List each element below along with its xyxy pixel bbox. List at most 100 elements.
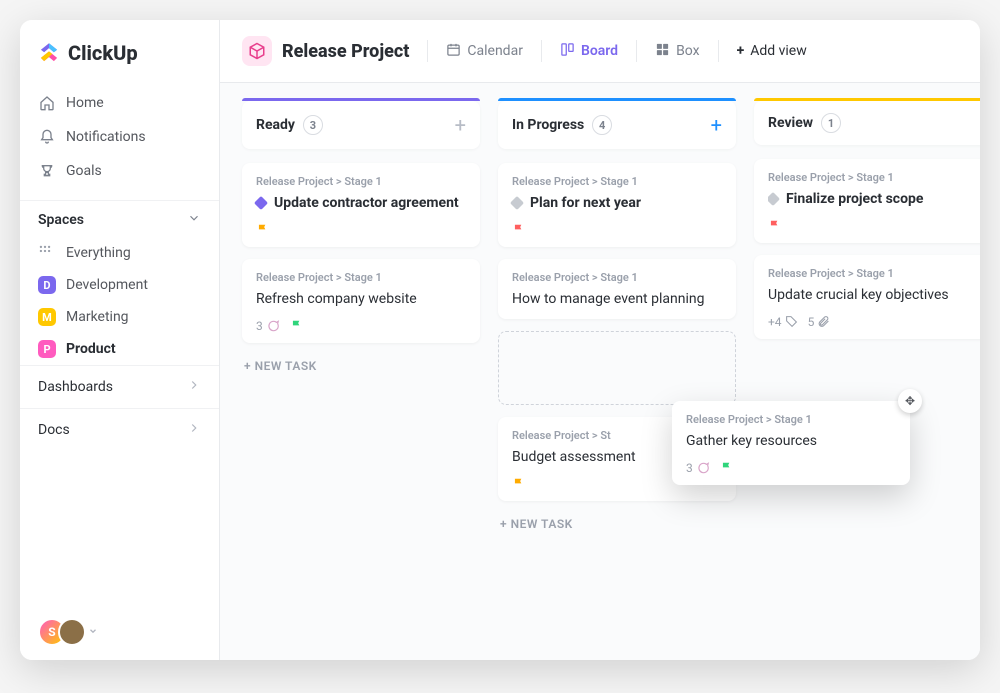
card-breadcrumb: Release Project > Stage 1 — [512, 271, 722, 284]
flag-icon — [768, 219, 782, 233]
space-marketing[interactable]: M Marketing — [20, 301, 219, 333]
flag-icon — [290, 319, 304, 333]
avatar — [58, 618, 86, 646]
new-task-button[interactable]: + NEW TASK — [498, 513, 736, 535]
view-calendar-label: Calendar — [467, 43, 523, 59]
sidebar: ClickUp Home Notifications Goals — [20, 20, 220, 660]
task-card[interactable]: Release Project > Stage 1 Plan for next … — [498, 163, 736, 247]
column-title: In Progress — [512, 117, 584, 133]
nav-home[interactable]: Home — [20, 86, 219, 120]
column-header[interactable]: In Progress 4 + — [498, 101, 736, 149]
priority-diamond-icon — [768, 192, 780, 206]
flag-icon — [512, 223, 526, 237]
tags-count: +4 — [768, 315, 798, 329]
view-calendar[interactable]: Calendar — [446, 42, 523, 61]
task-card[interactable]: Release Project > Stage 1 Update contrac… — [242, 163, 480, 247]
space-everything-label: Everything — [66, 245, 131, 261]
spaces-header-label: Spaces — [38, 212, 84, 228]
column-header[interactable]: Review 1 — [754, 101, 980, 145]
nav-goals-label: Goals — [66, 163, 102, 179]
nav-notifications[interactable]: Notifications — [20, 120, 219, 154]
add-card-button[interactable]: + — [711, 113, 722, 137]
space-badge: M — [38, 308, 56, 326]
card-breadcrumb: Release Project > Stage 1 — [686, 413, 896, 426]
card-title: Gather key resources — [686, 432, 817, 451]
comment-icon — [266, 319, 280, 333]
bell-icon — [38, 128, 56, 146]
cube-icon — [242, 36, 272, 66]
add-card-button[interactable]: + — [455, 113, 466, 137]
card-title: Plan for next year — [530, 194, 641, 213]
card-title: Finalize project scope — [786, 190, 923, 209]
card-breadcrumb: Release Project > Stage 1 — [768, 267, 978, 280]
column-count: 4 — [592, 115, 612, 135]
comments-count: 3 — [256, 319, 280, 333]
flag-icon — [720, 461, 734, 475]
view-box-label: Box — [676, 43, 700, 59]
card-title: Update contractor agreement — [274, 194, 459, 213]
view-box[interactable]: Box — [655, 42, 700, 61]
card-breadcrumb: Release Project > Stage 1 — [256, 175, 466, 188]
add-view-label: Add view — [750, 43, 807, 59]
card-breadcrumb: Release Project > Stage 1 — [768, 171, 978, 184]
new-task-button[interactable]: + NEW TASK — [242, 355, 480, 377]
move-icon: ✥ — [898, 389, 922, 413]
flag-icon — [256, 223, 270, 237]
flag-icon — [512, 477, 526, 491]
space-badge: P — [38, 340, 56, 358]
card-breadcrumb: Release Project > Stage 1 — [256, 271, 466, 284]
card-title: Update crucial key objectives — [768, 286, 949, 305]
card-breadcrumb: Release Project > Stage 1 — [512, 175, 722, 188]
space-label: Development — [66, 277, 148, 293]
add-view[interactable]: + Add view — [737, 43, 807, 59]
column-count: 3 — [303, 115, 323, 135]
task-card[interactable]: Release Project > Stage 1 Finalize proje… — [754, 159, 980, 243]
nav-home-label: Home — [66, 95, 104, 111]
chevron-right-icon — [187, 421, 201, 439]
home-icon — [38, 94, 56, 112]
nav-primary: Home Notifications Goals — [20, 80, 219, 194]
topbar: Release Project Calendar Board — [220, 20, 980, 83]
drop-placeholder[interactable] — [498, 331, 736, 405]
nav-goals[interactable]: Goals — [20, 154, 219, 188]
task-card[interactable]: Release Project > Stage 1 How to manage … — [498, 259, 736, 319]
space-development[interactable]: D Development — [20, 269, 219, 301]
card-title: How to manage event planning — [512, 290, 704, 309]
space-badge: D — [38, 276, 56, 294]
spaces-header[interactable]: Spaces — [20, 200, 219, 237]
column-header[interactable]: Ready 3 + — [242, 101, 480, 149]
calendar-icon — [446, 42, 461, 61]
main-area: Release Project Calendar Board — [220, 20, 980, 660]
task-card[interactable]: Release Project > Stage 1 Refresh compan… — [242, 259, 480, 343]
user-avatars[interactable]: S — [20, 604, 219, 660]
column-count: 1 — [821, 113, 841, 133]
project-heading[interactable]: Release Project — [242, 36, 409, 66]
view-board-label: Board — [581, 43, 618, 59]
section-docs[interactable]: Docs — [20, 408, 219, 451]
space-label: Product — [66, 341, 116, 357]
task-card[interactable]: Release Project > Stage 1 Update crucial… — [754, 255, 980, 339]
app-window: ClickUp Home Notifications Goals — [20, 20, 980, 660]
space-everything[interactable]: Everything — [20, 237, 219, 269]
tag-icon — [785, 315, 798, 328]
chevron-down-icon — [88, 624, 98, 640]
paperclip-icon — [817, 315, 830, 328]
dragging-task-card[interactable]: ✥ Release Project > Stage 1 Gather key r… — [672, 401, 910, 485]
space-product[interactable]: P Product — [20, 333, 219, 365]
attachments-count: 5 — [808, 315, 831, 329]
section-docs-label: Docs — [38, 422, 70, 438]
view-board[interactable]: Board — [560, 42, 618, 61]
column-title: Ready — [256, 117, 295, 133]
nav-notifications-label: Notifications — [66, 129, 146, 145]
card-title: Refresh company website — [256, 290, 417, 309]
plus-icon: + — [737, 43, 745, 59]
brand-logo[interactable]: ClickUp — [20, 20, 219, 80]
project-title: Release Project — [282, 41, 409, 62]
comments-count: 3 — [686, 461, 710, 475]
priority-diamond-icon — [254, 196, 268, 210]
brand-name: ClickUp — [68, 41, 138, 65]
chevron-down-icon — [187, 211, 201, 229]
section-dashboards[interactable]: Dashboards — [20, 365, 219, 408]
column-ready: Ready 3 + Release Project > Stage 1 Upda… — [242, 101, 480, 377]
trophy-icon — [38, 162, 56, 180]
